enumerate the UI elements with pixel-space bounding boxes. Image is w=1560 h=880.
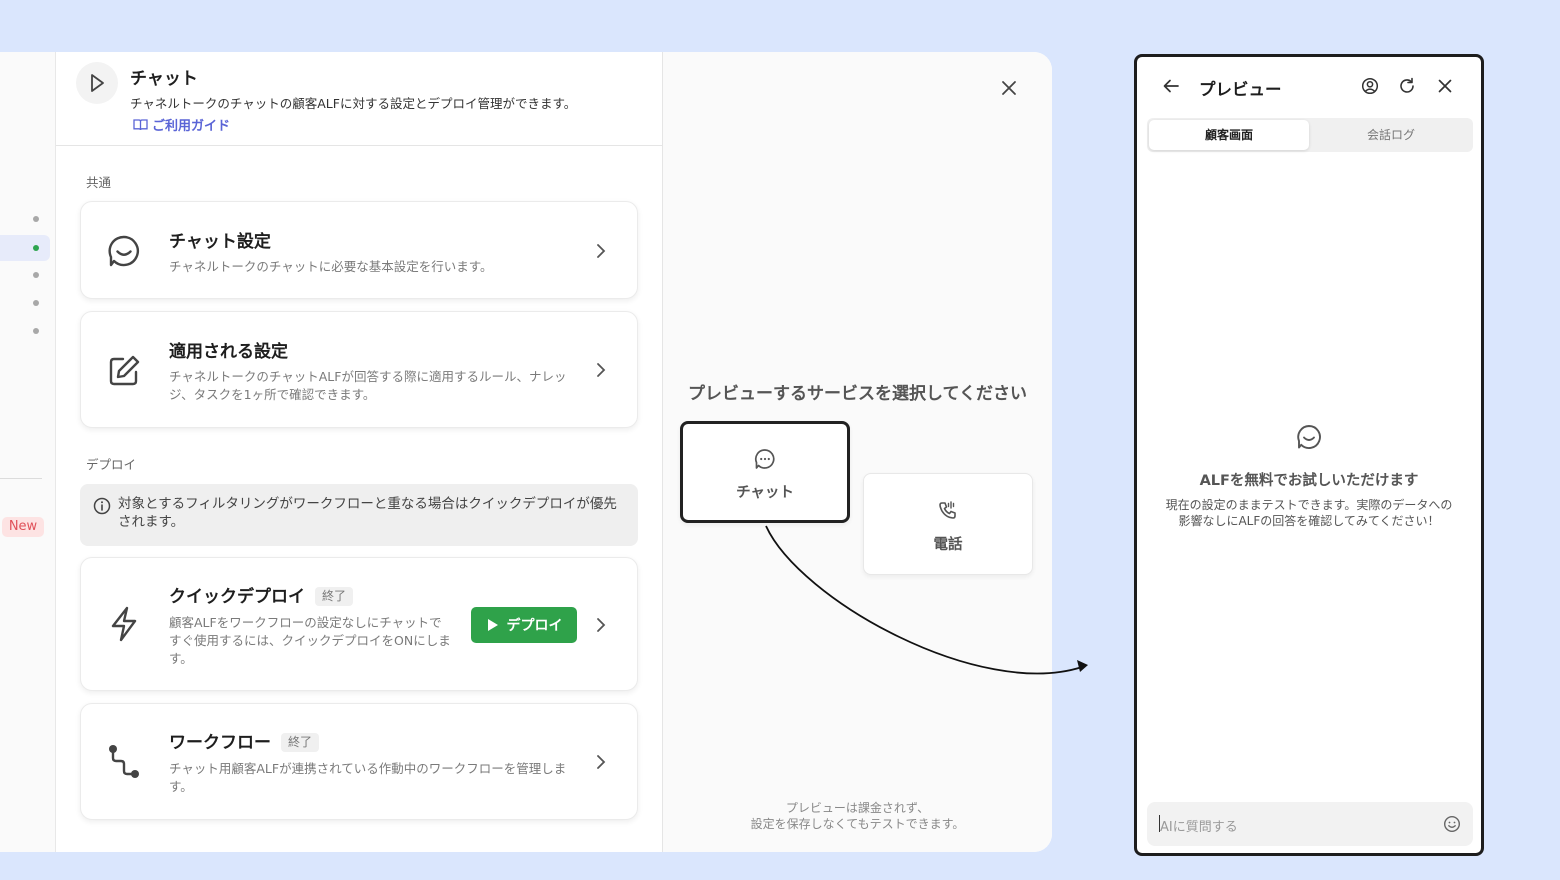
deploy-button-label: デプロイ bbox=[506, 618, 563, 634]
section-label-common: 共通 bbox=[86, 175, 112, 190]
quick-deploy-card[interactable]: クイックデプロイ 終了 顧客ALFをワークフローの設定なしにチャットですぐ使用する… bbox=[80, 557, 638, 691]
service-option-label: チャット bbox=[736, 485, 794, 501]
play-icon[interactable] bbox=[76, 62, 118, 104]
info-notice: 対象とするフィルタリングがワークフローと重なる場合はクイックデプロイが優先されま… bbox=[80, 484, 638, 546]
status-badge: 終了 bbox=[281, 733, 320, 752]
chat-input[interactable]: AIに質問する bbox=[1147, 802, 1473, 846]
quick-deploy-title: クイックデプロイ 終了 bbox=[169, 582, 354, 607]
tab-conversation-log[interactable]: 会話ログ bbox=[1311, 120, 1471, 150]
close-icon[interactable] bbox=[1000, 79, 1018, 101]
settings-panel: チャット チャネルトークのチャットの顧客ALFに対する設定とデプロイ管理ができま… bbox=[56, 52, 663, 852]
chat-settings-description: チャネルトークのチャットに必要な基本設定を行います。 bbox=[169, 259, 493, 274]
chat-input-placeholder: AIに質問する bbox=[1160, 820, 1238, 835]
guide-link-label: ご利用ガイド bbox=[152, 119, 231, 134]
deploy-button[interactable]: デプロイ bbox=[471, 607, 577, 643]
chooser-title: プレビューするサービスを選択してください bbox=[688, 384, 1027, 404]
preview-title: プレビュー bbox=[1199, 80, 1282, 99]
chat-settings-title: チャット設定 bbox=[169, 232, 271, 252]
applied-settings-title: 適用される設定 bbox=[169, 342, 288, 362]
tab-customer-view[interactable]: 顧客画面 bbox=[1149, 120, 1309, 150]
workflow-icon bbox=[107, 744, 141, 784]
settings-window: New チャット チャネルトークのチャットの顧客ALFに対する設定とデプロイ管理… bbox=[0, 52, 1052, 852]
preview-chooser: プレビューするサービスを選択してください チャット 電話 プレビューは課金されず… bbox=[663, 52, 1052, 852]
rail-divider bbox=[0, 478, 42, 479]
guide-link[interactable]: ご利用ガイド bbox=[133, 115, 230, 134]
rail-item-dot[interactable] bbox=[33, 300, 39, 306]
settings-header: チャット チャネルトークのチャットの顧客ALFに対する設定とデプロイ管理ができま… bbox=[56, 52, 662, 146]
emoji-icon[interactable] bbox=[1443, 815, 1461, 837]
workflow-card[interactable]: ワークフロー 終了 チャット用顧客ALFが連携されている作動中のワークフローを管理… bbox=[80, 703, 638, 820]
rail-item-dot-active bbox=[33, 245, 39, 251]
chat-settings-card[interactable]: チャット設定 チャネルトークのチャットに必要な基本設定を行います。 bbox=[80, 201, 638, 299]
workflow-title: ワークフロー 終了 bbox=[169, 728, 320, 753]
workflow-title-text: ワークフロー bbox=[169, 733, 271, 753]
quick-deploy-description: 顧客ALFをワークフローの設定なしにチャットですぐ使用するには、クイックデプロイ… bbox=[169, 615, 451, 666]
chevron-right-icon bbox=[595, 361, 607, 383]
quick-deploy-title-text: クイックデプロイ bbox=[169, 587, 305, 607]
side-rail: New bbox=[0, 52, 56, 852]
edit-icon bbox=[107, 354, 141, 392]
applied-settings-card[interactable]: 適用される設定 チャネルトークのチャットALFが回答する際に適用するルール、ナレ… bbox=[80, 311, 638, 428]
rail-item-active[interactable] bbox=[0, 235, 50, 261]
refresh-icon[interactable] bbox=[1398, 77, 1416, 99]
close-icon[interactable] bbox=[1436, 77, 1454, 99]
applied-settings-description: チャネルトークのチャットALFが回答する際に適用するルール、ナレッジ、タスクを1… bbox=[169, 369, 567, 402]
chevron-right-icon bbox=[595, 242, 607, 264]
preview-phone: プレビュー 顧客画面 会話ログ ALFを無料でお試しいただけます 現在の設定のま… bbox=[1134, 54, 1484, 856]
chat-bubble-icon bbox=[1296, 424, 1322, 454]
service-option-chat[interactable]: チャット bbox=[680, 421, 850, 523]
new-badge: New bbox=[2, 517, 44, 537]
rail-item-dot[interactable] bbox=[33, 328, 39, 334]
chevron-right-icon bbox=[595, 753, 607, 775]
preview-tabs: 顧客画面 会話ログ bbox=[1147, 118, 1473, 152]
info-text: 対象とするフィルタリングがワークフローと重なる場合はクイックデプロイが優先されま… bbox=[118, 496, 617, 530]
chooser-note-line1: プレビューは課金されず、 bbox=[785, 801, 930, 815]
section-label-deploy: デプロイ bbox=[86, 457, 137, 472]
chooser-note: プレビューは課金されず、 設定を保存しなくてもテストできます。 bbox=[663, 800, 1052, 832]
chooser-note-line2: 設定を保存しなくてもテストできます。 bbox=[750, 817, 965, 831]
status-badge: 終了 bbox=[315, 587, 354, 606]
lightning-icon bbox=[107, 606, 141, 646]
empty-state-title: ALFを無料でお試しいただけます bbox=[1199, 473, 1419, 489]
page-description: チャネルトークのチャットの顧客ALFに対する設定とデプロイ管理ができます。 bbox=[130, 96, 577, 111]
service-option-label: 電話 bbox=[933, 537, 963, 553]
info-icon bbox=[93, 497, 111, 519]
chevron-right-icon bbox=[595, 616, 607, 638]
rail-item-dot[interactable] bbox=[33, 272, 39, 278]
play-icon bbox=[487, 619, 498, 631]
phone-icon bbox=[864, 500, 1032, 526]
chat-dots-icon bbox=[683, 448, 847, 474]
rail-item-dot[interactable] bbox=[33, 216, 39, 222]
chat-bubble-icon bbox=[107, 234, 141, 272]
service-option-phone[interactable]: 電話 bbox=[863, 473, 1033, 575]
empty-state-description: 現在の設定のままテストできます。実際のデータへの影響なしにALFの回答を確認して… bbox=[1165, 498, 1453, 528]
user-circle-icon[interactable] bbox=[1361, 77, 1379, 99]
arrow-left-icon[interactable] bbox=[1162, 77, 1180, 99]
page-title: チャット bbox=[130, 69, 198, 89]
book-icon bbox=[133, 119, 148, 131]
workflow-description: チャット用顧客ALFが連携されている作動中のワークフローを管理します。 bbox=[169, 761, 567, 794]
